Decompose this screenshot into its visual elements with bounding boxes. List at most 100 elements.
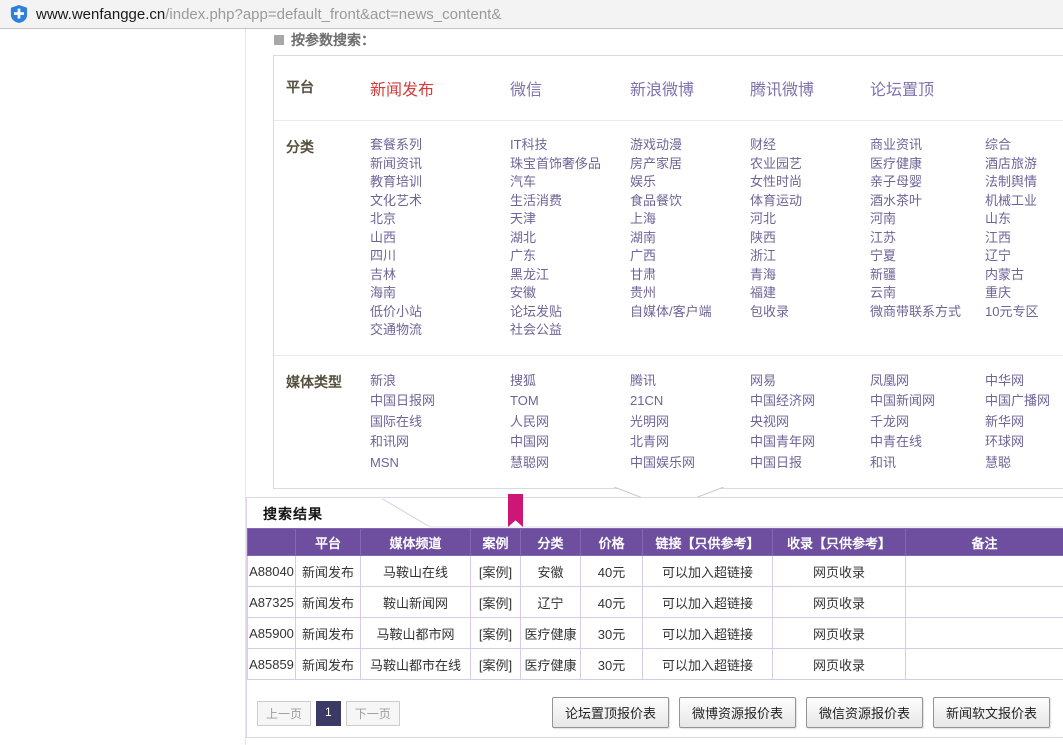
category-filter-link[interactable]: 山东	[985, 210, 1063, 229]
category-filter-link[interactable]: 房产家居	[630, 155, 750, 174]
category-filter-link[interactable]: 辽宁	[985, 247, 1063, 266]
category-filter-link[interactable]: 甘肃	[630, 266, 750, 285]
category-filter-link[interactable]: 财经	[750, 136, 870, 155]
prev-page-button[interactable]: 上一页	[257, 701, 311, 726]
media-filter-link[interactable]: 凤凰网	[870, 371, 985, 392]
media-filter-link[interactable]: 21CN	[630, 391, 750, 412]
price-list-button[interactable]: 论坛置顶报价表	[552, 697, 669, 728]
category-filter-link[interactable]: 机械工业	[985, 192, 1063, 211]
category-filter-link[interactable]: 商业资讯	[870, 136, 985, 155]
category-filter-link[interactable]: 云南	[870, 284, 985, 303]
platform-filter-link[interactable]: 腾讯微博	[750, 76, 870, 100]
category-filter-link[interactable]: 综合	[985, 136, 1063, 155]
media-filter-link[interactable]: 环球网	[985, 432, 1063, 453]
media-filter-link[interactable]: 中国广播网	[985, 391, 1063, 412]
category-filter-link[interactable]: 生活消费	[510, 192, 630, 211]
media-filter-link[interactable]: 中国新闻网	[870, 391, 985, 412]
media-filter-link[interactable]: 中国网	[510, 432, 630, 453]
media-filter-link[interactable]: 新华网	[985, 412, 1063, 433]
media-filter-link[interactable]: 搜狐	[510, 371, 630, 392]
category-filter-link[interactable]: 重庆	[985, 284, 1063, 303]
category-filter-link[interactable]: 黑龙江	[510, 266, 630, 285]
category-filter-link[interactable]: 自媒体/客户端	[630, 303, 750, 322]
category-filter-link[interactable]: 湖南	[630, 229, 750, 248]
category-filter-link[interactable]: 陕西	[750, 229, 870, 248]
media-filter-link[interactable]: 慧聪	[985, 453, 1063, 474]
category-filter-link[interactable]: 海南	[370, 284, 510, 303]
price-list-button[interactable]: 微博资源报价表	[679, 697, 796, 728]
media-filter-link[interactable]: 网易	[750, 371, 870, 392]
category-filter-link[interactable]: 交通物流	[370, 321, 510, 340]
category-filter-link[interactable]: 四川	[370, 247, 510, 266]
category-filter-link[interactable]: 天津	[510, 210, 630, 229]
media-filter-link[interactable]: 和讯网	[370, 432, 510, 453]
current-page-button[interactable]: 1	[316, 701, 341, 726]
platform-filter-link[interactable]: 新闻发布	[370, 76, 510, 100]
media-filter-link[interactable]: 中国经济网	[750, 391, 870, 412]
media-filter-link[interactable]: 中国日报网	[370, 391, 510, 412]
category-filter-link[interactable]: 贵州	[630, 284, 750, 303]
media-filter-link[interactable]: 和讯	[870, 453, 985, 474]
cell-case-link[interactable]: [案例]	[471, 587, 521, 618]
media-filter-link[interactable]: 光明网	[630, 412, 750, 433]
category-filter-link[interactable]: 内蒙古	[985, 266, 1063, 285]
category-filter-link[interactable]: 教育培训	[370, 173, 510, 192]
media-filter-link[interactable]: 中国日报	[750, 453, 870, 474]
media-filter-link[interactable]: TOM	[510, 391, 630, 412]
media-filter-link[interactable]: 千龙网	[870, 412, 985, 433]
platform-filter-link[interactable]: 微信	[510, 76, 630, 100]
category-filter-link[interactable]: 包收录	[750, 303, 870, 322]
category-filter-link[interactable]: 汽车	[510, 173, 630, 192]
media-filter-link[interactable]: 慧聪网	[510, 453, 630, 474]
media-filter-link[interactable]: 中国青年网	[750, 432, 870, 453]
category-filter-link[interactable]: 论坛发贴	[510, 303, 630, 322]
category-filter-link[interactable]: 10元专区	[985, 303, 1063, 322]
category-filter-link[interactable]: 山西	[370, 229, 510, 248]
category-filter-link[interactable]: 安徽	[510, 284, 630, 303]
media-filter-link[interactable]: 中华网	[985, 371, 1063, 392]
category-filter-link[interactable]: 女性时尚	[750, 173, 870, 192]
category-filter-link[interactable]: 食品餐饮	[630, 192, 750, 211]
browser-address-bar[interactable]: www.wenfangge.cn/index.php?app=default_f…	[0, 0, 1063, 29]
platform-filter-link[interactable]: 论坛置顶	[870, 76, 985, 100]
cell-case-link[interactable]: [案例]	[471, 556, 521, 587]
category-filter-link[interactable]: 北京	[370, 210, 510, 229]
category-filter-link[interactable]: 亲子母婴	[870, 173, 985, 192]
category-filter-link[interactable]: 珠宝首饰奢侈品	[510, 155, 630, 174]
media-filter-link[interactable]: 国际在线	[370, 412, 510, 433]
next-page-button[interactable]: 下一页	[346, 701, 400, 726]
media-filter-link[interactable]: 北青网	[630, 432, 750, 453]
category-filter-link[interactable]: 上海	[630, 210, 750, 229]
category-filter-link[interactable]: 套餐系列	[370, 136, 510, 155]
category-filter-link[interactable]: 社会公益	[510, 321, 630, 340]
category-filter-link[interactable]: 河北	[750, 210, 870, 229]
category-filter-link[interactable]: 福建	[750, 284, 870, 303]
category-filter-link[interactable]: 酒水茶叶	[870, 192, 985, 211]
media-filter-link[interactable]: 人民网	[510, 412, 630, 433]
cell-case-link[interactable]: [案例]	[471, 618, 521, 649]
price-list-button[interactable]: 新闻软文报价表	[933, 697, 1050, 728]
media-filter-link[interactable]: 中青在线	[870, 432, 985, 453]
category-filter-link[interactable]: IT科技	[510, 136, 630, 155]
media-filter-link[interactable]: 腾讯	[630, 371, 750, 392]
price-list-button[interactable]: 微信资源报价表	[806, 697, 923, 728]
platform-filter-link[interactable]: 新浪微博	[630, 76, 750, 100]
category-filter-link[interactable]: 农业园艺	[750, 155, 870, 174]
category-filter-link[interactable]: 新疆	[870, 266, 985, 285]
category-filter-link[interactable]: 吉林	[370, 266, 510, 285]
category-filter-link[interactable]: 低价小站	[370, 303, 510, 322]
category-filter-link[interactable]: 浙江	[750, 247, 870, 266]
category-filter-link[interactable]: 江西	[985, 229, 1063, 248]
category-filter-link[interactable]: 江苏	[870, 229, 985, 248]
category-filter-link[interactable]: 广西	[630, 247, 750, 266]
category-filter-link[interactable]: 广东	[510, 247, 630, 266]
media-filter-link[interactable]: 新浪	[370, 371, 510, 392]
category-filter-link[interactable]: 娱乐	[630, 173, 750, 192]
category-filter-link[interactable]: 青海	[750, 266, 870, 285]
category-filter-link[interactable]: 酒店旅游	[985, 155, 1063, 174]
category-filter-link[interactable]: 游戏动漫	[630, 136, 750, 155]
category-filter-link[interactable]: 文化艺术	[370, 192, 510, 211]
media-filter-link[interactable]: 央视网	[750, 412, 870, 433]
category-filter-link[interactable]: 新闻资讯	[370, 155, 510, 174]
category-filter-link[interactable]: 法制舆情	[985, 173, 1063, 192]
